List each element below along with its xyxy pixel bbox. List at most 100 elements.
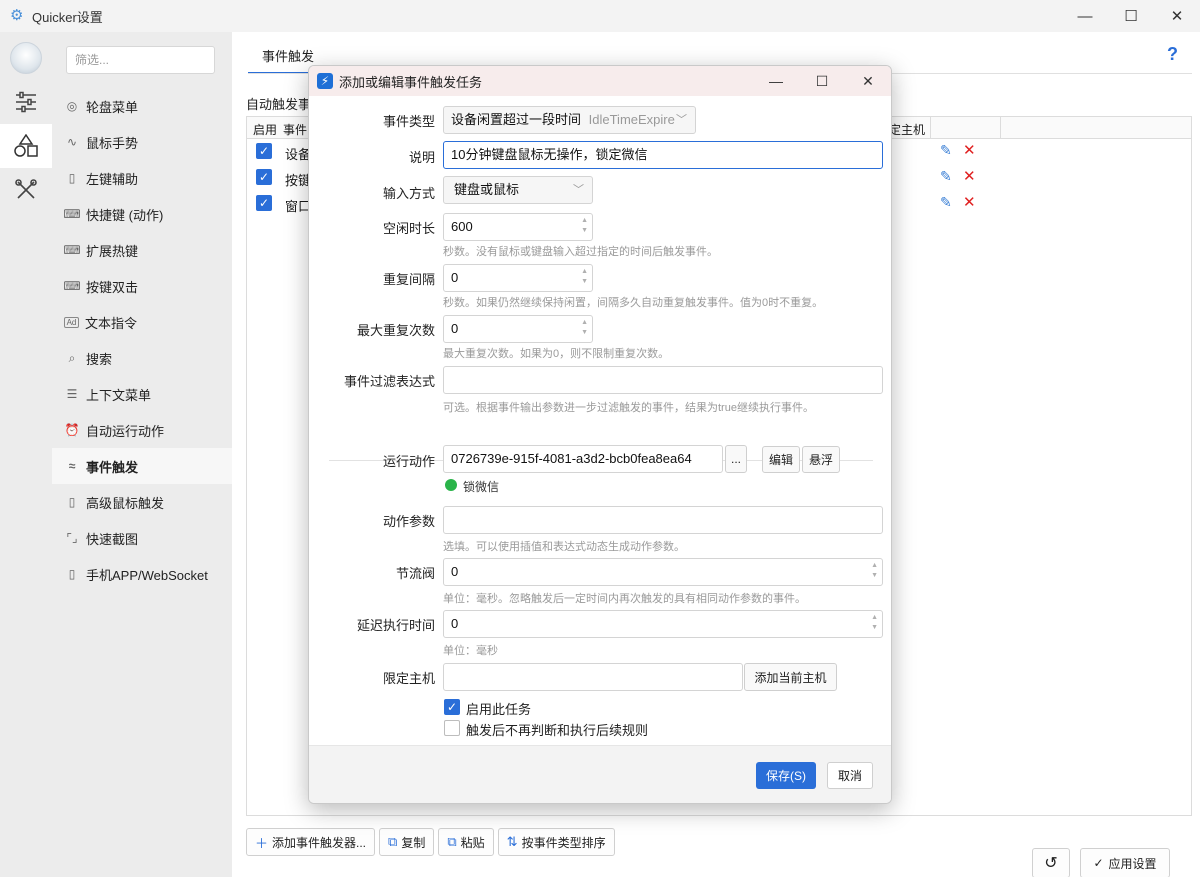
repeat-interval-hint: 秒数。如果仍然继续保持闲置，间隔多久自动重复触发事件。值为0时不重复。 bbox=[443, 297, 824, 309]
spinner-icon[interactable]: ▲ ▼ bbox=[581, 267, 588, 287]
ad-icon: Ad bbox=[64, 316, 79, 328]
delete-icon[interactable]: ✕ bbox=[963, 167, 976, 185]
sidebar-item-hotkey[interactable]: ⌨ 快捷键 (动作) bbox=[52, 196, 232, 232]
description-input[interactable]: 10分钟键盘鼠标无操作，锁定微信 bbox=[443, 141, 883, 169]
keyboard-icon: ⌨ bbox=[63, 207, 81, 221]
max-repeat-label: 最大重复次数 bbox=[356, 323, 435, 338]
chevron-down-icon: ﹀ bbox=[676, 114, 687, 126]
enable-task-checkbox[interactable]: ✓ bbox=[444, 699, 460, 715]
delete-icon[interactable]: ✕ bbox=[963, 141, 976, 159]
float-action-button[interactable]: 悬浮 bbox=[802, 446, 840, 473]
delay-input[interactable]: 0 ▲ ▼ bbox=[443, 610, 883, 638]
max-repeat-input[interactable]: 0 ▲ ▼ bbox=[443, 315, 593, 343]
sidebar-item-label: 手机APP/WebSocket bbox=[86, 567, 208, 583]
idle-duration-input[interactable]: 600 ▲ ▼ bbox=[443, 213, 593, 241]
delay-label: 延迟执行时间 bbox=[356, 618, 435, 633]
sidebar-item-mobile-app[interactable]: ▯ 手机APP/WebSocket bbox=[52, 556, 232, 592]
sidebar-item-left-click[interactable]: ▯ 左键辅助 bbox=[52, 160, 232, 196]
stop-rules-checkbox[interactable] bbox=[444, 720, 460, 736]
spinner-icon[interactable]: ▲ ▼ bbox=[871, 561, 878, 581]
sidebar-item-text-command[interactable]: Ad 文本指令 bbox=[52, 304, 232, 340]
dialog-minimize-button[interactable]: — bbox=[753, 66, 799, 96]
menu-icon: ☰ bbox=[66, 387, 78, 401]
delete-icon[interactable]: ✕ bbox=[963, 193, 976, 211]
dialog-maximize-button[interactable]: ☐ bbox=[799, 66, 845, 96]
mouse-icon: ▯ bbox=[68, 171, 76, 185]
stop-rules-label: 触发后不再判断和执行后续规则 bbox=[466, 723, 649, 738]
sidebar-item-label: 快捷键 (动作) bbox=[86, 207, 164, 223]
minimize-button[interactable]: — bbox=[1062, 0, 1108, 32]
enable-checkbox[interactable]: ✓ bbox=[256, 143, 272, 159]
close-button[interactable]: ✕ bbox=[1154, 0, 1200, 32]
sliders-icon[interactable] bbox=[0, 80, 52, 124]
pencil-icon[interactable]: ✎ bbox=[940, 168, 952, 185]
sidebar-item-label: 文本指令 bbox=[85, 315, 138, 331]
description-label: 说明 bbox=[408, 150, 435, 165]
apply-button[interactable]: ✓ 应用设置 bbox=[1080, 848, 1170, 877]
wheel-icon: ◎ bbox=[66, 99, 78, 113]
spinner-icon[interactable]: ▲ ▼ bbox=[581, 216, 588, 236]
alarm-icon: ⏰ bbox=[64, 423, 80, 437]
sidebar-item-event-trigger[interactable]: ≈ 事件触发 bbox=[52, 448, 232, 484]
sidebar-item-ext-hotkey[interactable]: ⌨ 扩展热键 bbox=[52, 232, 232, 268]
sidebar-item-context-menu[interactable]: ☰ 上下文菜单 bbox=[52, 376, 232, 412]
help-icon[interactable]: ? bbox=[1167, 44, 1178, 65]
copy-button[interactable]: ⧉ 复制 bbox=[379, 828, 435, 856]
action-params-input[interactable] bbox=[443, 506, 883, 534]
action-id-input[interactable]: 0726739e-915f-4081-a3d2-bcb0fea8ea64 bbox=[443, 445, 723, 473]
plus-icon: ＋ bbox=[255, 835, 269, 851]
max-repeat-hint: 最大重复次数。如果为0，则不限制重复次数。 bbox=[443, 348, 670, 360]
sidebar-item-search[interactable]: ⌕ 搜索 bbox=[52, 340, 232, 376]
cancel-button[interactable]: 取消 bbox=[827, 762, 873, 789]
repeat-interval-label: 重复间隔 bbox=[382, 272, 435, 287]
pencil-icon[interactable]: ✎ bbox=[940, 142, 952, 159]
wechat-icon bbox=[445, 479, 457, 491]
sidebar-item-auto-run[interactable]: ⏰ 自动运行动作 bbox=[52, 412, 232, 448]
event-type-select[interactable]: 设备闲置超过一段时间 IdleTimeExpire ﹀ bbox=[443, 106, 696, 134]
host-input[interactable] bbox=[443, 663, 743, 691]
sidebar-item-label: 事件触发 bbox=[86, 459, 139, 475]
undo-button[interactable]: ↺ bbox=[1032, 848, 1070, 877]
shapes-icon[interactable] bbox=[0, 124, 52, 168]
paste-button[interactable]: ⧉ 粘贴 bbox=[438, 828, 494, 856]
sidebar-item-label: 轮盘菜单 bbox=[86, 99, 139, 115]
sidebar-item-double-key[interactable]: ⌨ 按键双击 bbox=[52, 268, 232, 304]
add-trigger-button[interactable]: ＋添加事件触发器... bbox=[246, 828, 376, 856]
filter-expression-label: 事件过滤表达式 bbox=[343, 374, 435, 389]
input-mode-select[interactable]: 键盘或鼠标 ﹀ bbox=[443, 176, 593, 204]
sort-icon: ⇅ bbox=[506, 834, 518, 849]
throttle-hint: 单位：毫秒。忽略触发后一定时间内再次触发的具有相同动作参数的事件。 bbox=[443, 593, 806, 605]
throttle-input[interactable]: 0 ▲ ▼ bbox=[443, 558, 883, 586]
maximize-button[interactable]: ☐ bbox=[1108, 0, 1154, 32]
spinner-icon[interactable]: ▲ ▼ bbox=[871, 613, 878, 633]
enable-checkbox[interactable]: ✓ bbox=[256, 169, 272, 185]
sidebar-item-label: 搜索 bbox=[86, 351, 113, 367]
sort-button[interactable]: ⇅ 按事件类型排序 bbox=[497, 828, 615, 856]
sidebar-item-adv-mouse[interactable]: ▯ 高级鼠标触发 bbox=[52, 484, 232, 520]
bottom-toolbar: ＋添加事件触发器... ⧉ 复制 ⧉ 粘贴 ⇅ 按事件类型排序 bbox=[246, 828, 615, 856]
save-button[interactable]: 保存(S) bbox=[756, 762, 816, 789]
column-header-event: 事件 bbox=[283, 123, 308, 137]
sidebar-item-label: 鼠标手势 bbox=[86, 135, 139, 151]
filter-expression-input[interactable] bbox=[443, 366, 883, 394]
keyboard-icon: ⌨ bbox=[63, 243, 81, 257]
edit-trigger-dialog: ⚡ 添加或编辑事件触发任务 — ☐ ✕ 事件类型 设备闲置超过一段时间 Idle… bbox=[308, 65, 892, 804]
spinner-icon[interactable]: ▲ ▼ bbox=[581, 318, 588, 338]
sidebar-item-screenshot[interactable]: ⌜⌟ 快速截图 bbox=[52, 520, 232, 556]
dialog-close-button[interactable]: ✕ bbox=[845, 66, 891, 96]
edit-action-button[interactable]: 编辑 bbox=[762, 446, 800, 473]
crop-icon: ⌜⌟ bbox=[66, 531, 78, 545]
pencil-icon[interactable]: ✎ bbox=[940, 194, 952, 211]
action-browse-button[interactable]: ... bbox=[725, 445, 747, 473]
filter-input[interactable]: 筛选... bbox=[66, 46, 215, 74]
avatar[interactable] bbox=[10, 42, 42, 74]
sidebar-item-mouse-gesture[interactable]: ∿ 鼠标手势 bbox=[52, 124, 232, 160]
add-current-host-button[interactable]: 添加当前主机 bbox=[744, 663, 837, 691]
enable-checkbox[interactable]: ✓ bbox=[256, 195, 272, 211]
action-params-label: 动作参数 bbox=[382, 514, 435, 529]
idle-duration-label: 空闲时长 bbox=[382, 221, 435, 236]
check-icon: ✓ bbox=[1093, 856, 1104, 870]
repeat-interval-input[interactable]: 0 ▲ ▼ bbox=[443, 264, 593, 292]
tools-icon[interactable] bbox=[0, 168, 52, 212]
sidebar-item-wheel-menu[interactable]: ◎ 轮盘菜单 bbox=[52, 88, 232, 124]
